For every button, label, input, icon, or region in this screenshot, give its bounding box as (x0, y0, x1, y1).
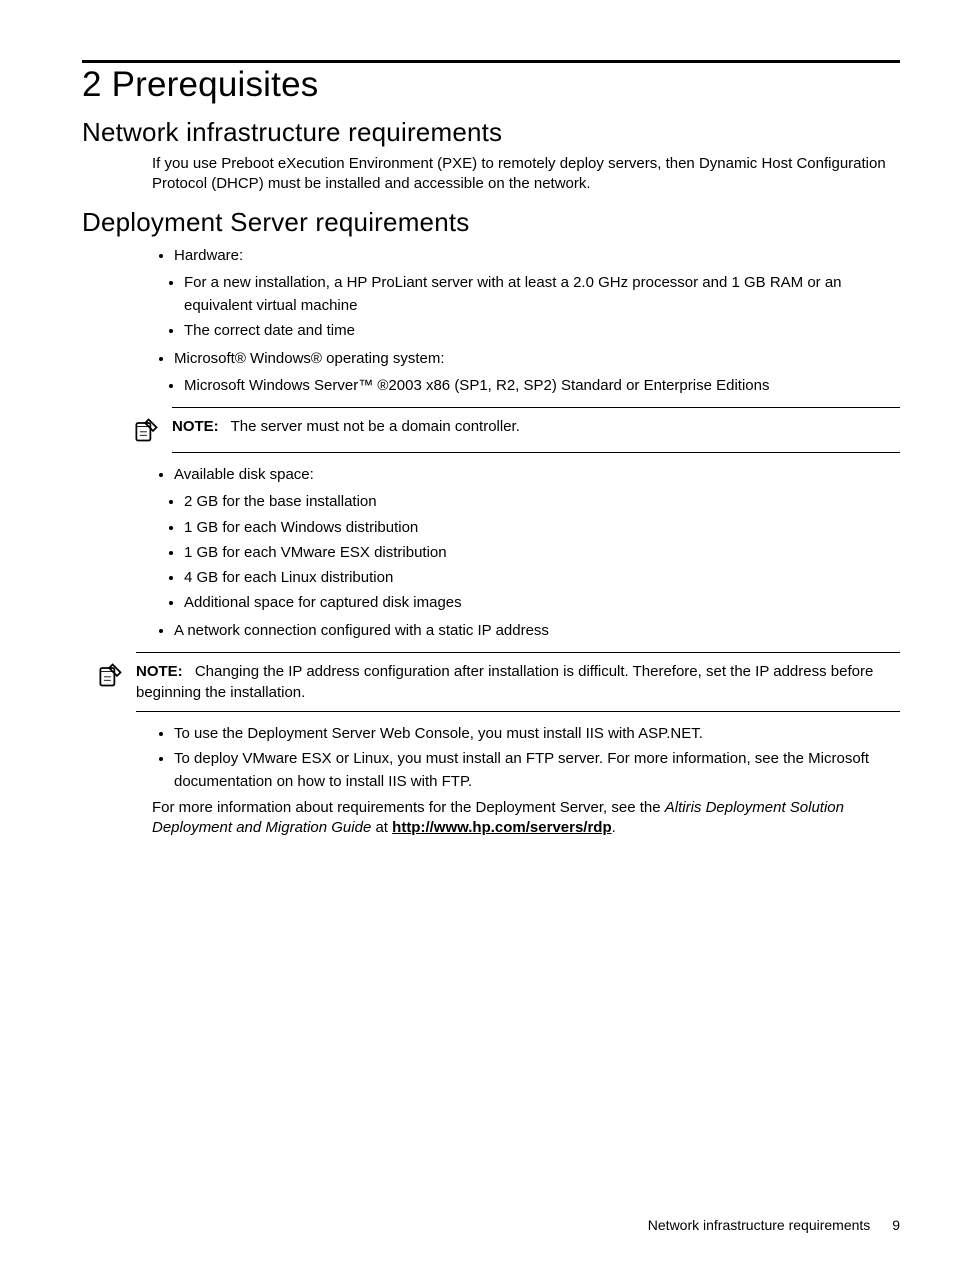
footer-section-text: Network infrastructure requirements (648, 1217, 871, 1233)
list-item: 1 GB for each Windows distribution (184, 516, 900, 539)
list-item: A network connection configured with a s… (174, 619, 900, 642)
deployment-body: Hardware: For a new installation, a HP P… (152, 244, 900, 398)
list-item: For a new installation, a HP ProLiant se… (184, 271, 900, 318)
note-icon (96, 661, 136, 689)
section-heading-deployment: Deployment Server requirements (82, 207, 900, 238)
note-label: NOTE: (172, 418, 219, 435)
note-text: Changing the IP address configuration af… (136, 663, 873, 701)
closing-mid: at (371, 819, 392, 836)
chapter-title: 2 Prerequisites (82, 65, 900, 105)
closing-post: . (612, 819, 616, 836)
closing-para: For more information about requirements … (152, 798, 900, 839)
note-box: NOTE: Changing the IP address configurat… (136, 652, 900, 712)
list-item: Hardware: (174, 244, 900, 267)
network-para: If you use Preboot eXecution Environment… (152, 154, 900, 195)
note-icon (132, 416, 172, 444)
closing-pre: For more information about requirements … (152, 799, 665, 816)
note-label: NOTE: (136, 663, 183, 680)
list-item: 1 GB for each VMware ESX distribution (184, 541, 900, 564)
page-number: 9 (892, 1217, 900, 1233)
list-item: 2 GB for the base installation (184, 490, 900, 513)
note-box: NOTE: The server must not be a domain co… (172, 407, 900, 453)
document-page: 2 Prerequisites Network infrastructure r… (0, 0, 954, 1271)
list-item: Microsoft® Windows® operating system: (174, 347, 900, 370)
list-item: Microsoft Windows Server™ ®2003 x86 (SP1… (184, 374, 900, 397)
list-item: To use the Deployment Server Web Console… (174, 722, 900, 745)
section-heading-network: Network infrastructure requirements (82, 117, 900, 148)
list-item: To deploy VMware ESX or Linux, you must … (174, 747, 900, 794)
network-body: If you use Preboot eXecution Environment… (152, 154, 900, 195)
list-item: 4 GB for each Linux distribution (184, 566, 900, 589)
note-text: The server must not be a domain controll… (231, 418, 520, 435)
deployment-body-3: To use the Deployment Server Web Console… (152, 722, 900, 838)
list-item: Available disk space: (174, 463, 900, 486)
list-item: Additional space for captured disk image… (184, 591, 900, 614)
page-footer: Network infrastructure requirements 9 (648, 1217, 900, 1233)
deployment-body-2: Available disk space: 2 GB for the base … (152, 463, 900, 642)
rdp-link[interactable]: http://www.hp.com/servers/rdp (392, 819, 611, 836)
list-item: The correct date and time (184, 319, 900, 342)
top-rule (82, 60, 900, 63)
